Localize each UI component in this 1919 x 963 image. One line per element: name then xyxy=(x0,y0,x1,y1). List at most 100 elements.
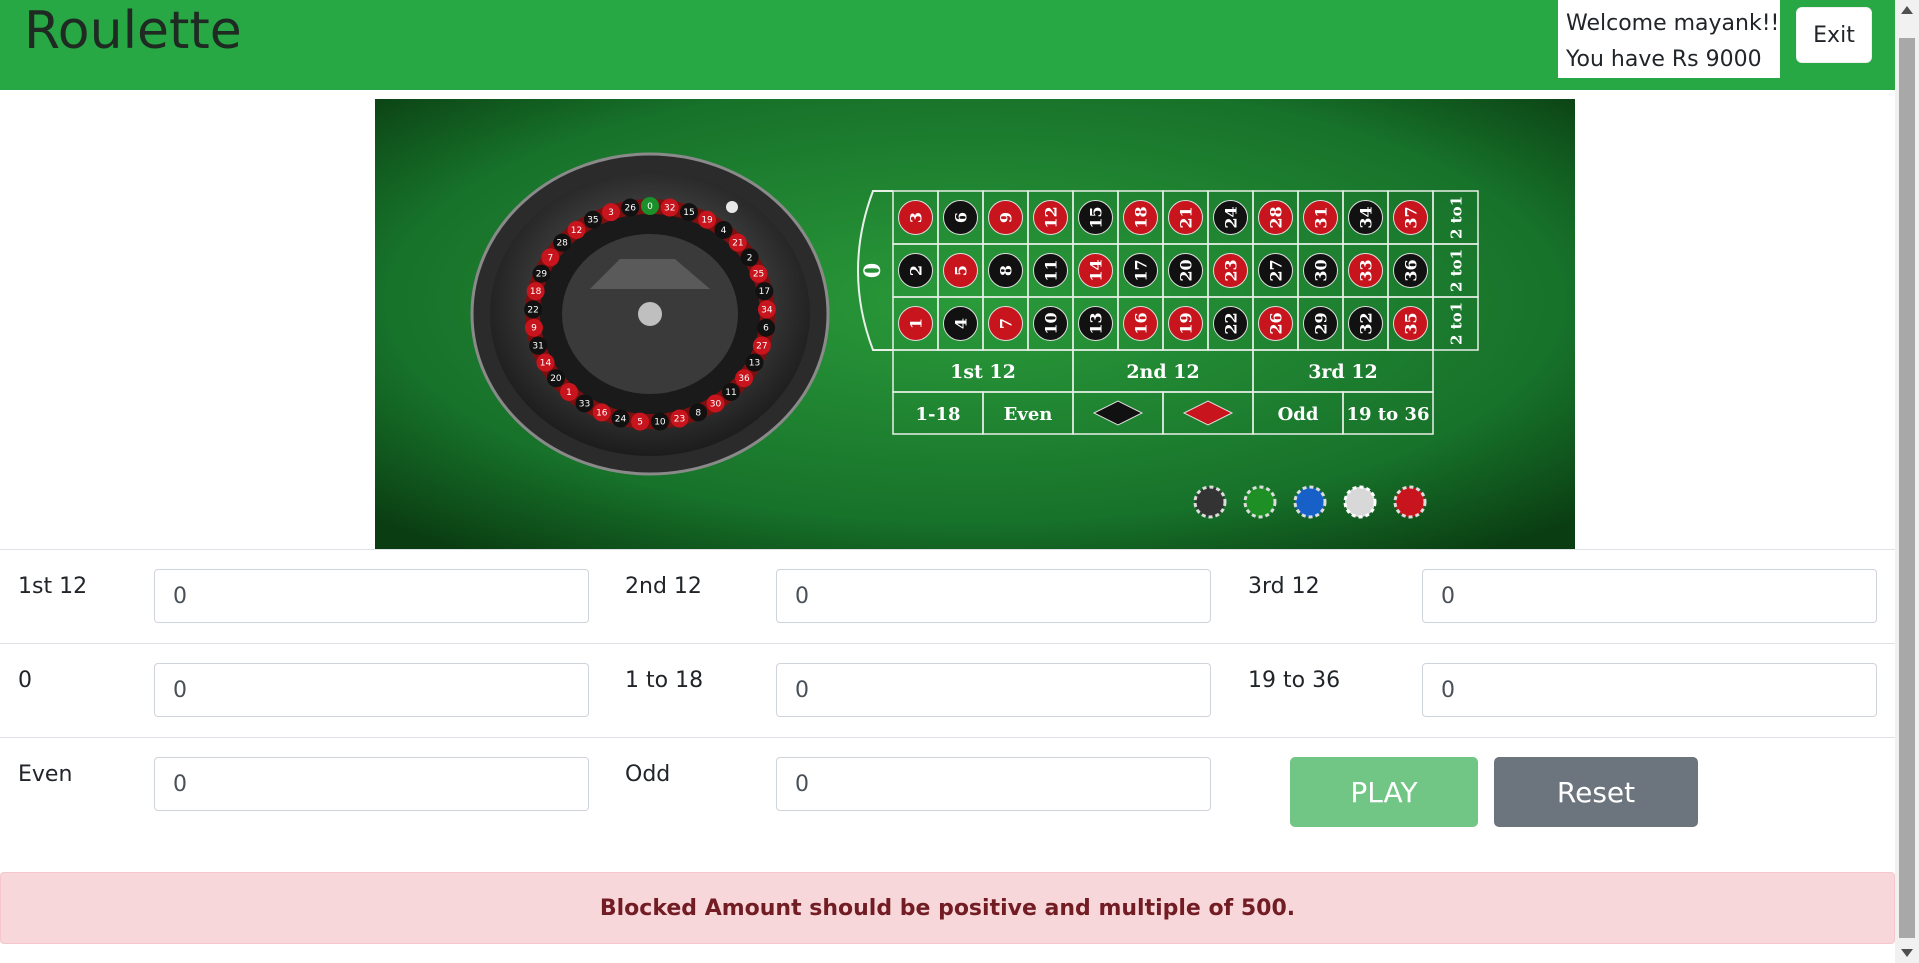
number-text: 31 xyxy=(1312,206,1331,228)
blue-chip-icon[interactable] xyxy=(1293,485,1327,519)
red-chip-icon[interactable] xyxy=(1393,485,1427,519)
number-text: 16 xyxy=(1132,312,1151,334)
play-button[interactable]: PLAY xyxy=(1290,757,1478,827)
number-text: 30 xyxy=(1312,259,1331,281)
wheel-pocket-number: 23 xyxy=(674,415,685,425)
wheel-pocket-number: 3 xyxy=(608,208,614,218)
number-text: 23 xyxy=(1222,259,1241,281)
second12-input[interactable] xyxy=(776,569,1211,623)
scroll-up-arrow-icon[interactable] xyxy=(1901,6,1913,14)
outside-bet-text: 19 to 36 xyxy=(1347,404,1430,425)
first12-input[interactable] xyxy=(154,569,589,623)
wheel-pocket-number: 16 xyxy=(596,408,608,418)
number-text: 2 xyxy=(907,265,926,276)
number-text: 15 xyxy=(1087,206,1106,228)
wheel-pocket-number: 8 xyxy=(695,408,701,418)
wheel-pocket-number: 30 xyxy=(710,399,722,409)
wheel-pocket-number: 7 xyxy=(548,253,554,263)
exit-button[interactable]: Exit xyxy=(1796,7,1872,63)
second12-label: 2nd 12 xyxy=(625,574,702,599)
scrollbar-thumb[interactable] xyxy=(1899,38,1915,938)
reset-button[interactable]: Reset xyxy=(1494,757,1698,827)
vertical-scrollbar[interactable] xyxy=(1895,0,1919,963)
wheel-pocket-number: 18 xyxy=(530,287,542,297)
outside-bet-text: Even xyxy=(1004,404,1053,425)
bet-row-ranges: 0 1 to 18 19 to 36 xyxy=(0,643,1895,738)
wheel-pocket-number: 14 xyxy=(540,359,552,369)
third12-input[interactable] xyxy=(1422,569,1877,623)
odd-label: Odd xyxy=(625,762,671,787)
wheel-pocket-number: 24 xyxy=(615,415,627,425)
number-text: 22 xyxy=(1222,312,1241,334)
number-text: 3 xyxy=(907,212,926,223)
zero-label: 0 xyxy=(18,668,32,693)
wheel-pocket-number: 5 xyxy=(637,418,643,428)
black-chip-icon[interactable] xyxy=(1193,485,1227,519)
column-bet-text: 2 to1 xyxy=(1448,249,1466,292)
number-text: 5 xyxy=(952,265,971,276)
even-input[interactable] xyxy=(154,757,589,811)
number-text: 20 xyxy=(1177,259,1196,281)
wheel-pocket-number: 21 xyxy=(732,239,743,249)
number-text: 1 xyxy=(907,318,926,329)
number-text: 33 xyxy=(1357,259,1376,281)
wheel-pocket-number: 9 xyxy=(531,324,537,334)
low-label: 1 to 18 xyxy=(625,668,704,693)
number-text: 14 xyxy=(1087,259,1106,281)
number-text: 17 xyxy=(1132,259,1151,281)
number-text: 26 xyxy=(1267,312,1286,334)
number-text: 28 xyxy=(1267,206,1286,228)
number-text: 9 xyxy=(997,212,1016,223)
wheel-pocket-number: 28 xyxy=(556,239,568,249)
top-navbar: Roulette Welcome mayank!! You have Rs 90… xyxy=(0,0,1895,90)
welcome-text: Welcome mayank!! xyxy=(1566,11,1780,36)
number-text: 21 xyxy=(1177,206,1196,228)
zero-input[interactable] xyxy=(154,663,589,717)
roulette-table-image: 0 32 1519421225173462713361130823105241633… xyxy=(375,99,1575,549)
wheel-pocket-number: 15 xyxy=(683,208,694,218)
number-text: 13 xyxy=(1087,312,1106,334)
wheel-pocket-number: 17 xyxy=(759,287,770,297)
wheel-pocket-number: 0 xyxy=(647,202,653,212)
wheel-pocket-number: 33 xyxy=(579,399,590,409)
wheel-pocket-number: 34 xyxy=(761,305,773,315)
number-text: 8 xyxy=(997,265,1016,276)
third12-label: 3rd 12 xyxy=(1248,574,1320,599)
green-chip-icon[interactable] xyxy=(1243,485,1277,519)
scroll-down-arrow-icon[interactable] xyxy=(1901,949,1913,957)
wheel-pocket-number: 2 xyxy=(747,253,753,263)
error-message: Blocked Amount should be positive and mu… xyxy=(599,895,1296,921)
dozen-text: 3rd 12 xyxy=(1308,361,1378,383)
number-text: 7 xyxy=(997,318,1016,329)
wheel-pocket-number: 35 xyxy=(587,216,598,226)
number-text: 18 xyxy=(1132,206,1151,228)
wheel-pocket-number: 36 xyxy=(738,374,750,384)
number-text: 36 xyxy=(1402,259,1421,281)
low-input[interactable] xyxy=(776,663,1211,717)
high-label: 19 to 36 xyxy=(1248,668,1341,693)
high-input[interactable] xyxy=(1422,663,1877,717)
number-text: 37 xyxy=(1402,206,1421,228)
number-text: 11 xyxy=(1042,259,1061,281)
number-text: 12 xyxy=(1042,206,1061,228)
wheel-pocket-number: 6 xyxy=(763,324,769,334)
number-text: 4 xyxy=(952,318,971,329)
wheel-pocket-number: 31 xyxy=(532,342,543,352)
wheel-pocket-number: 11 xyxy=(725,388,736,398)
even-label: Even xyxy=(18,762,73,787)
wheel-pocket-number: 29 xyxy=(536,270,548,280)
welcome-box: Welcome mayank!! You have Rs 9000 xyxy=(1558,0,1780,78)
number-text: 10 xyxy=(1042,312,1061,334)
odd-input[interactable] xyxy=(776,757,1211,811)
wheel-pocket-number: 25 xyxy=(753,270,764,280)
wheel-pocket-number: 27 xyxy=(756,342,767,352)
number-text: 32 xyxy=(1357,312,1376,334)
wheel-pocket-number: 19 xyxy=(701,216,713,226)
dozen-text: 1st 12 xyxy=(950,361,1016,383)
first12-label: 1st 12 xyxy=(18,574,88,599)
balance-text: You have Rs 9000 xyxy=(1566,47,1762,72)
number-text: 24 xyxy=(1222,206,1241,228)
zero-cell-text[interactable]: 0 xyxy=(860,263,886,278)
wheel-pocket-number: 12 xyxy=(571,226,582,236)
white-chip-icon[interactable] xyxy=(1343,485,1377,519)
